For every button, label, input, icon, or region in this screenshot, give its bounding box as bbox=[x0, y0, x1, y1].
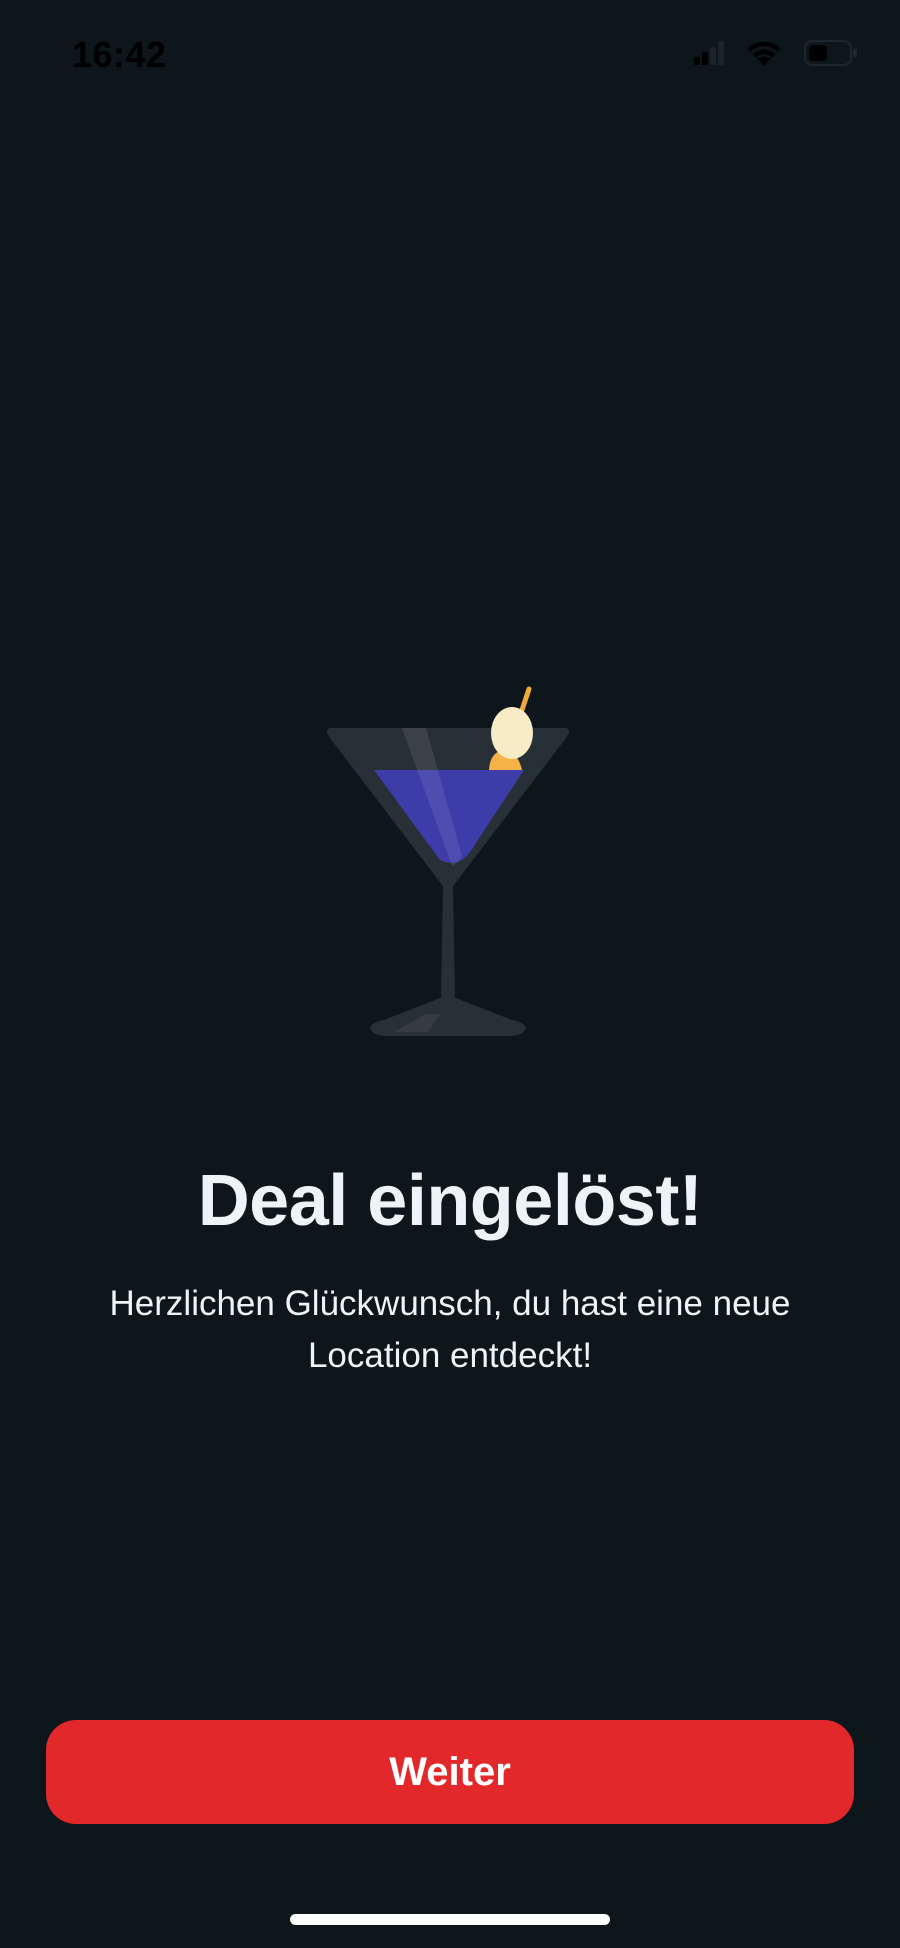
status-time: 16:42 bbox=[72, 34, 167, 75]
battery-icon bbox=[804, 40, 858, 66]
status-icons bbox=[694, 40, 858, 66]
signal-icon bbox=[694, 41, 724, 65]
success-message: Herzlichen Glückwunsch, du hast eine neu… bbox=[109, 1284, 791, 1375]
martini-glass-icon bbox=[327, 686, 569, 1036]
continue-button[interactable]: Weiter bbox=[46, 1720, 854, 1824]
home-indicator[interactable] bbox=[290, 1914, 610, 1925]
martini-glass-illustration bbox=[310, 680, 590, 1050]
status-bar: 16:42 bbox=[0, 0, 900, 110]
success-title: Deal eingelöst! bbox=[197, 1161, 703, 1241]
wifi-icon bbox=[746, 40, 782, 66]
